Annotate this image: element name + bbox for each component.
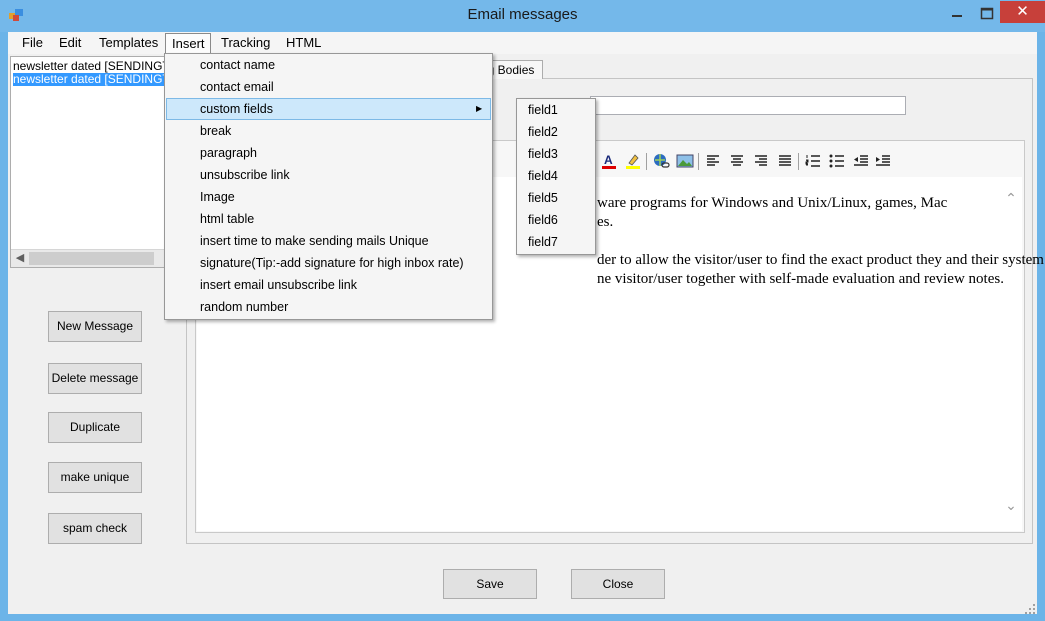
menu-item-random-number[interactable]: random number	[166, 296, 491, 318]
list-item[interactable]: newsletter dated [SENDINGTIME]	[13, 60, 167, 73]
menu-item-field6[interactable]: field6	[528, 209, 588, 231]
close-button[interactable]: Close	[571, 569, 665, 599]
menu-edit[interactable]: Edit	[53, 33, 87, 53]
align-center-icon[interactable]	[728, 152, 746, 170]
highlight-color-icon[interactable]	[624, 152, 642, 170]
bullet-list-icon[interactable]	[828, 152, 846, 170]
toolbar-separator	[798, 153, 799, 170]
delete-message-button[interactable]: Delete message	[48, 363, 142, 394]
toolbar-separator	[646, 153, 647, 170]
indent-icon[interactable]	[874, 152, 892, 170]
menu-item-html-table[interactable]: html table	[166, 208, 491, 230]
close-window-button[interactable]: ✕	[1000, 1, 1045, 23]
menu-item-unsubscribe-link[interactable]: unsubscribe link	[166, 164, 491, 186]
body-text-line: ne visitor/user together with self-made …	[597, 271, 1004, 287]
body-text-line: der to allow the visitor/user to find th…	[597, 252, 1045, 268]
message-list[interactable]: newsletter dated [SENDINGTIME] newslette…	[10, 56, 168, 268]
insert-link-icon[interactable]	[652, 152, 670, 170]
menu-item-image[interactable]: Image	[166, 186, 491, 208]
menu-item-paragraph[interactable]: paragraph	[166, 142, 491, 164]
spam-check-button[interactable]: spam check	[48, 513, 142, 544]
maximize-icon[interactable]	[978, 5, 996, 23]
window-title: Email messages	[467, 6, 578, 23]
resize-grip-icon[interactable]	[1024, 603, 1036, 615]
scroll-left-icon[interactable]: ◀	[13, 251, 27, 265]
body-text-line: ware programs for Windows and Unix/Linux…	[597, 195, 948, 211]
menu-item-field1[interactable]: field1	[528, 99, 588, 121]
menu-item-field5[interactable]: field5	[528, 187, 588, 209]
align-left-icon[interactable]	[704, 152, 722, 170]
menu-insert[interactable]: Insert	[165, 33, 211, 53]
menu-item-insert-time[interactable]: insert time to make sending mails Unique	[166, 230, 491, 252]
new-message-button[interactable]: New Message	[48, 311, 142, 342]
scrollbar-thumb[interactable]	[29, 252, 154, 265]
minimize-icon[interactable]	[948, 6, 966, 24]
subject-input[interactable]	[590, 96, 906, 115]
menu-tracking[interactable]: Tracking	[215, 33, 276, 53]
menu-item-field4[interactable]: field4	[528, 165, 588, 187]
menu-item-contact-email[interactable]: contact email	[166, 76, 491, 98]
justify-icon[interactable]	[776, 152, 794, 170]
body-text-line: es.	[597, 214, 614, 230]
menu-templates[interactable]: Templates	[93, 33, 164, 53]
align-right-icon[interactable]	[752, 152, 770, 170]
menu-item-field3[interactable]: field3	[528, 143, 588, 165]
scroll-up-icon[interactable]: ⌃	[1002, 191, 1020, 207]
scroll-down-icon[interactable]: ⌄	[1002, 498, 1020, 514]
menu-html[interactable]: HTML	[280, 33, 327, 53]
toolbar-separator	[698, 153, 699, 170]
save-button[interactable]: Save	[443, 569, 537, 599]
insert-image-icon[interactable]	[676, 152, 694, 170]
menu-item-contact-name[interactable]: contact name	[166, 54, 491, 76]
menu-file[interactable]: File	[16, 33, 49, 53]
menu-item-field7[interactable]: field7	[528, 231, 588, 253]
menu-item-break[interactable]: break	[166, 120, 491, 142]
menu-item-insert-email-unsubscribe[interactable]: insert email unsubscribe link	[166, 274, 491, 296]
menu-item-field2[interactable]: field2	[528, 121, 588, 143]
outdent-icon[interactable]	[852, 152, 870, 170]
submenu-arrow-icon: ▶	[476, 104, 483, 113]
duplicate-button[interactable]: Duplicate	[48, 412, 142, 443]
list-item-selected[interactable]: newsletter dated [SENDINGTIME]	[13, 73, 167, 86]
menu-item-custom-fields[interactable]: custom fields	[166, 98, 491, 120]
font-color-icon[interactable]: A	[600, 152, 618, 170]
make-unique-button[interactable]: make unique	[48, 462, 142, 493]
menu-item-signature[interactable]: signature(Tip:-add signature for high in…	[166, 252, 491, 274]
numbered-list-icon[interactable]	[804, 152, 822, 170]
svg-text:A: A	[604, 153, 613, 167]
